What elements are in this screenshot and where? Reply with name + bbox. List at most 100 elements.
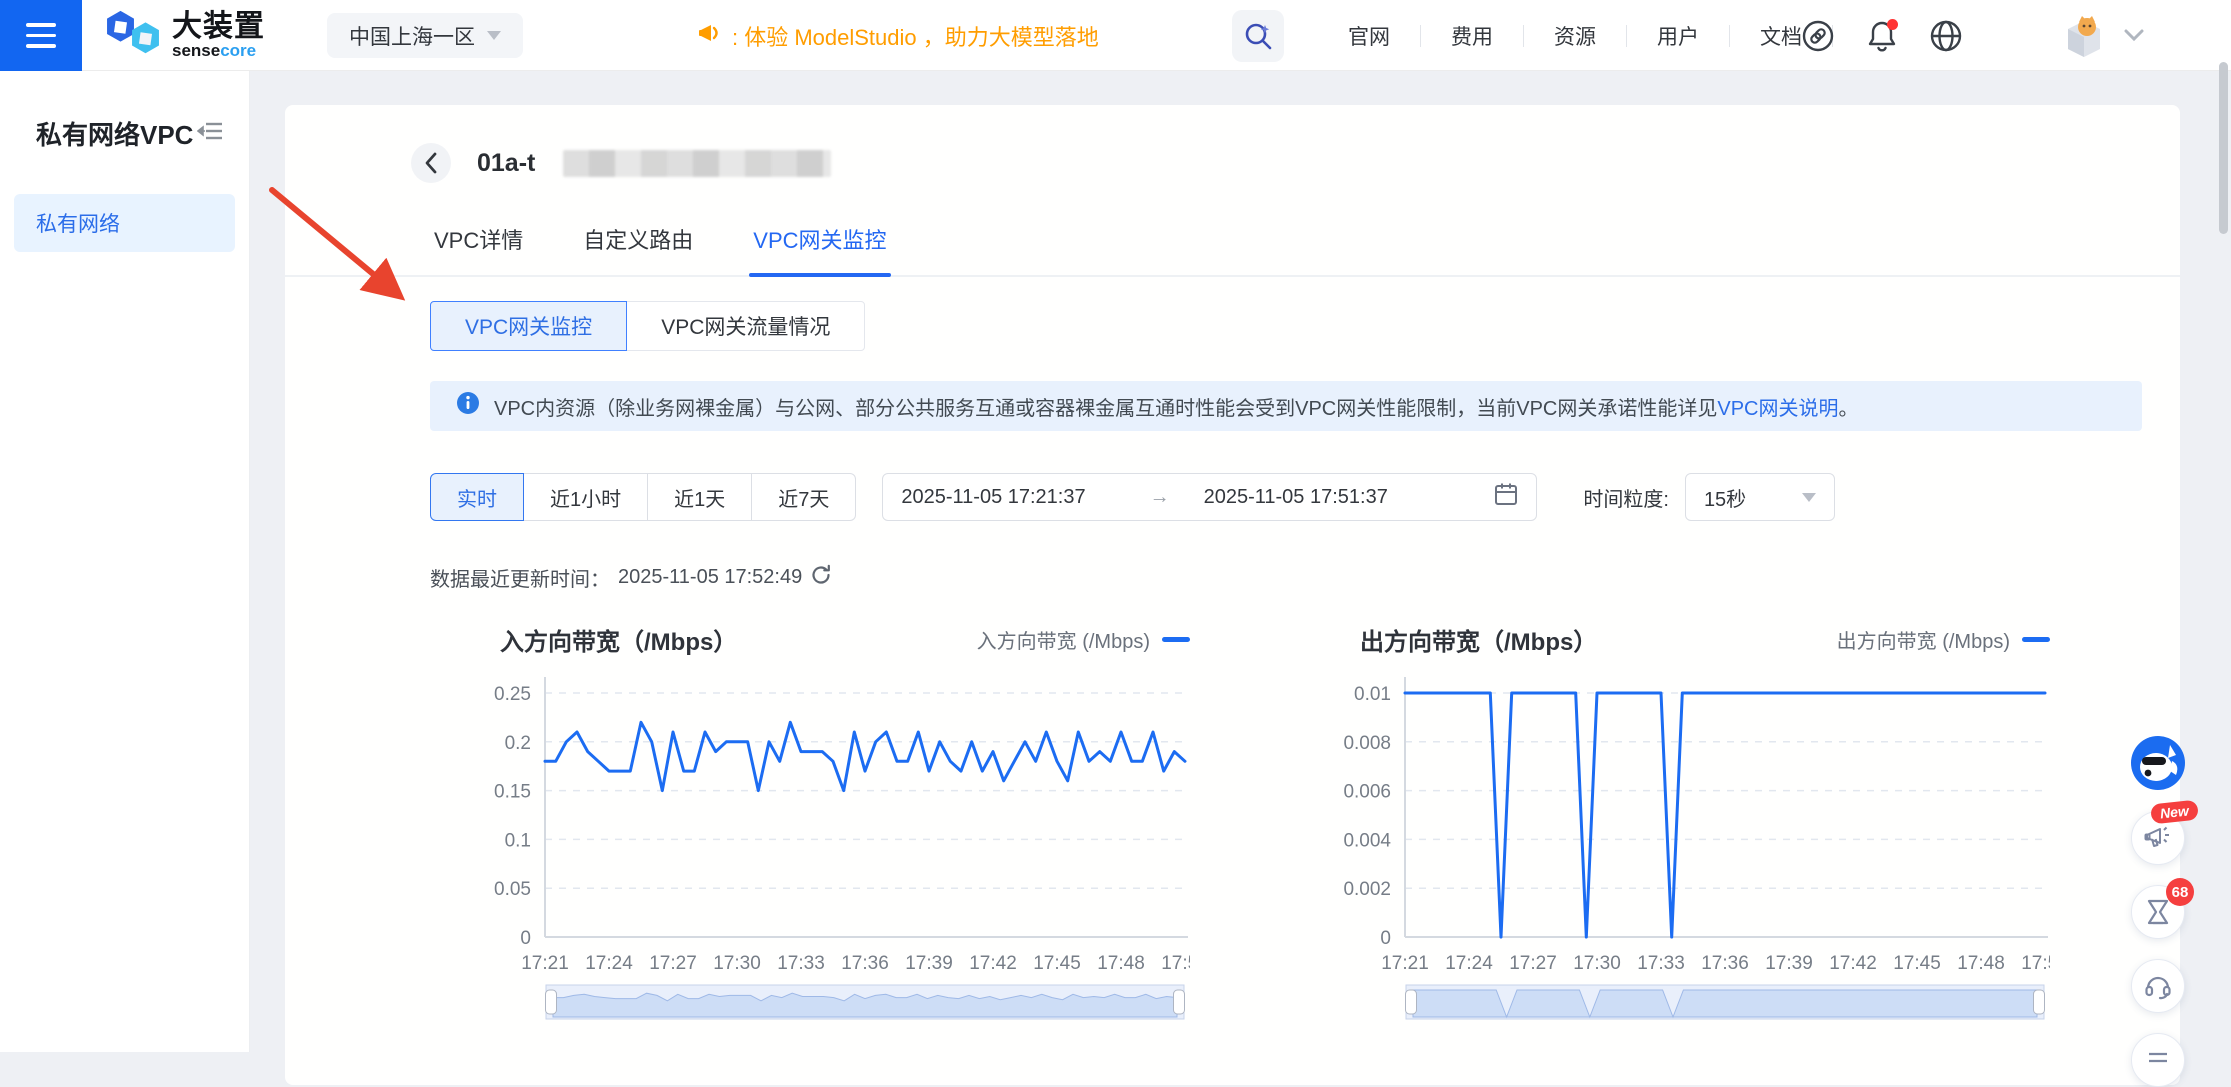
range-arrow-icon: → (1150, 486, 1170, 509)
updated-label: 数据最近更新时间： (430, 563, 610, 592)
chart-title: 出方向带宽（/Mbps） (1360, 622, 1597, 657)
share-link-button[interactable] (1800, 18, 1836, 54)
date-start-value: 2025-11-05 17:21:37 (901, 486, 1085, 509)
tab-custom-routes[interactable]: 自定义路由 (579, 223, 697, 275)
svg-text:0.25: 0.25 (494, 684, 531, 705)
svg-text:17:45: 17:45 (1893, 953, 1941, 971)
svg-text:17:36: 17:36 (841, 953, 889, 971)
svg-text:0: 0 (520, 928, 531, 949)
redacted-title (563, 150, 831, 177)
navbar-icon-group (1800, 0, 1964, 71)
page-scrollbar[interactable] (2219, 62, 2228, 234)
granularity-select[interactable]: 15秒 (1685, 473, 1835, 521)
chevron-down-icon (2124, 28, 2144, 42)
refresh-icon[interactable] (810, 564, 832, 592)
svg-text:17:21: 17:21 (521, 953, 569, 971)
nav-link-official[interactable]: 官网 (1318, 21, 1420, 51)
svg-text:17:42: 17:42 (1829, 953, 1877, 971)
globe-icon (1929, 19, 1963, 53)
granularity-label: 时间粒度: (1583, 483, 1669, 512)
svg-text:17:33: 17:33 (1637, 953, 1685, 971)
detail-tabs: VPC详情 自定义路由 VPC网关监控 (285, 223, 2180, 277)
svg-text:17:42: 17:42 (969, 953, 1017, 971)
announcements-button[interactable]: New (2131, 811, 2185, 865)
svg-text:17:51: 17:51 (1161, 953, 1190, 971)
count-badge: 68 (2166, 878, 2194, 906)
legend-outbound[interactable]: 出方向带宽 (/Mbps) (1837, 625, 2050, 654)
region-selector[interactable]: 中国上海一区 (327, 13, 523, 58)
svg-text:17:39: 17:39 (905, 953, 953, 971)
svg-text:17:48: 17:48 (1957, 953, 2005, 971)
pending-tasks-button[interactable]: 68 (2131, 885, 2185, 939)
collapse-sidebar-icon[interactable] (197, 119, 223, 148)
logo-hexagons-icon (104, 8, 162, 63)
brand-subname: sensecore (172, 42, 265, 59)
floating-helper-stack: New 68 (2130, 735, 2186, 1087)
granularity-value: 15秒 (1704, 483, 1746, 512)
tab-vpc-gateway-monitor[interactable]: VPC网关监控 (749, 223, 890, 275)
sidebar: 私有网络VPC 私有网络 (0, 71, 250, 1052)
date-end-value: 2025-11-05 17:51:37 (1204, 486, 1388, 509)
search-icon (1243, 21, 1273, 51)
svg-text:17:45: 17:45 (1033, 953, 1081, 971)
svg-text:17:27: 17:27 (1509, 953, 1557, 971)
chevron-down-icon (1802, 493, 1816, 502)
announcement-banner[interactable]: : 体验 ModelStudio ，助力大模型落地 (698, 0, 1099, 71)
tab-vpc-details[interactable]: VPC详情 (430, 223, 527, 275)
outbound-bandwidth-chart: 出方向带宽（/Mbps） 出方向带宽 (/Mbps) 00.0020.0040.… (1290, 617, 2050, 1029)
nav-link-billing[interactable]: 费用 (1421, 21, 1523, 51)
date-range-picker[interactable]: 2025-11-05 17:21:37 → 2025-11-05 17:51:3… (882, 473, 1537, 521)
svg-text:0.004: 0.004 (1343, 830, 1391, 851)
headset-icon (2144, 972, 2172, 1000)
megaphone-icon (2144, 825, 2172, 851)
outbound-datazoom-slider[interactable] (1405, 980, 2045, 1024)
svg-text:17:30: 17:30 (1573, 953, 1621, 971)
hourglass-icon (2146, 898, 2170, 926)
search-button[interactable] (1232, 10, 1284, 62)
calendar-icon (1494, 482, 1518, 512)
notifications-button[interactable] (1864, 18, 1900, 54)
legend-inbound[interactable]: 入方向带宽 (/Mbps) (977, 625, 1190, 654)
inbound-plot-area: 00.050.10.150.20.2517:2117:2417:2717:301… (430, 665, 1190, 971)
support-button[interactable] (2131, 959, 2185, 1013)
region-label: 中国上海一区 (349, 21, 475, 51)
svg-text:0.1: 0.1 (505, 830, 531, 851)
more-helper-button[interactable] (2131, 1033, 2185, 1087)
nav-link-resources[interactable]: 资源 (1524, 21, 1626, 51)
range-7d-button[interactable]: 近7天 (752, 473, 856, 521)
chevron-left-icon (423, 152, 439, 174)
account-menu[interactable] (2060, 11, 2144, 59)
brand-logo[interactable]: 大装置 sensecore (104, 8, 265, 63)
svg-text:17:39: 17:39 (1765, 953, 1813, 971)
language-button[interactable] (1928, 18, 1964, 54)
svg-text:0.15: 0.15 (494, 782, 531, 803)
info-icon (456, 391, 480, 421)
subtab-gateway-traffic[interactable]: VPC网关流量情况 (626, 301, 865, 351)
range-1d-button[interactable]: 近1天 (648, 473, 752, 521)
brand-name: 大装置 (172, 12, 265, 42)
last-updated-row: 数据最近更新时间： 2025-11-05 17:52:49 (430, 563, 832, 592)
svg-text:0: 0 (1380, 928, 1391, 949)
menu-button[interactable] (0, 0, 82, 71)
range-1h-button[interactable]: 近1小时 (524, 473, 648, 521)
gateway-doc-link[interactable]: VPC网关说明 (1717, 398, 1838, 420)
outbound-plot-area: 00.0020.0040.0060.0080.0117:2117:2417:27… (1290, 665, 2050, 971)
range-realtime-button[interactable]: 实时 (430, 473, 524, 521)
nav-link-users[interactable]: 用户 (1627, 21, 1729, 51)
svg-text:0.2: 0.2 (505, 733, 531, 754)
new-badge: New (2150, 800, 2199, 825)
subtab-gateway-monitor[interactable]: VPC网关监控 (430, 301, 627, 351)
chevron-down-icon (487, 31, 501, 40)
sidebar-item-private-network[interactable]: 私有网络 (14, 194, 235, 252)
time-filter-bar: 实时 近1小时 近1天 近7天 2025-11-05 17:21:37 → 20… (430, 473, 1835, 521)
megaphone-icon (698, 21, 724, 51)
announcement-text: : 体验 ModelStudio ，助力大模型落地 (732, 20, 1099, 52)
avatar (2060, 11, 2108, 59)
link-icon (1801, 19, 1835, 53)
legend-line-icon (1162, 637, 1190, 642)
assistant-mascot-button[interactable] (2130, 735, 2186, 791)
svg-text:17:48: 17:48 (1097, 953, 1145, 971)
inbound-datazoom-slider[interactable] (545, 980, 1185, 1024)
back-button[interactable] (411, 143, 451, 183)
svg-text:17:33: 17:33 (777, 953, 825, 971)
